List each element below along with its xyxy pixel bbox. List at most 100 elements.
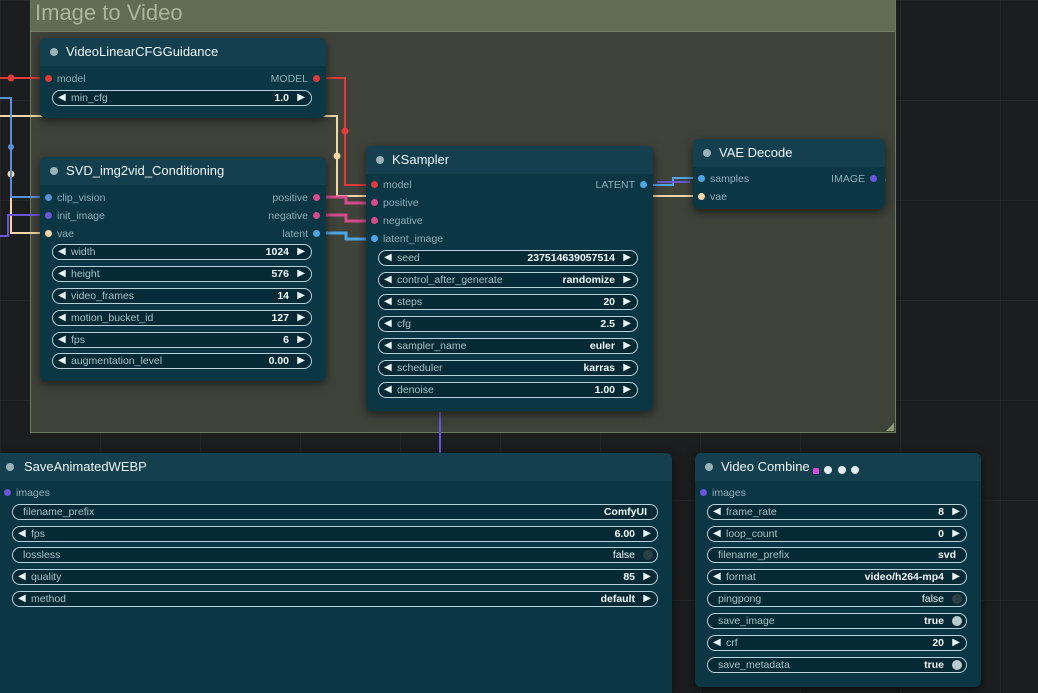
increment-arrow-icon[interactable]: ▶ <box>297 267 305 281</box>
node-ksampler[interactable]: KSampler model positive negative latent_… <box>366 146 653 411</box>
clip-vision-socket-icon[interactable] <box>45 194 52 201</box>
widget-sampler-name[interactable]: ◀ sampler_name euler ▶ <box>378 338 638 354</box>
increment-arrow-icon[interactable]: ▶ <box>623 361 631 375</box>
increment-arrow-icon[interactable]: ▶ <box>952 505 960 519</box>
widget-augmentation-level[interactable]: ◀ augmentation_level 0.00 ▶ <box>52 353 312 369</box>
input-slot-latent-image[interactable]: latent_image <box>371 233 443 245</box>
input-slot-positive[interactable]: positive <box>371 197 419 209</box>
node-title-bar[interactable]: KSampler <box>366 146 653 174</box>
collapse-dot-icon[interactable] <box>703 149 711 157</box>
increment-arrow-icon[interactable]: ▶ <box>297 354 305 368</box>
decrement-arrow-icon[interactable]: ◀ <box>58 267 66 281</box>
decrement-arrow-icon[interactable]: ◀ <box>58 245 66 259</box>
widget-height[interactable]: ◀ height 576 ▶ <box>52 266 312 282</box>
collapse-dot-icon[interactable] <box>50 167 58 175</box>
input-slot-vae[interactable]: vae <box>698 191 727 203</box>
increment-arrow-icon[interactable]: ▶ <box>297 91 305 105</box>
increment-arrow-icon[interactable]: ▶ <box>297 289 305 303</box>
widget-video-frames[interactable]: ◀ video_frames 14 ▶ <box>52 288 312 304</box>
node-title-bar[interactable]: SaveAnimatedWEBP <box>0 453 672 481</box>
widget-min-cfg[interactable]: ◀ min_cfg 1.0 ▶ <box>52 90 312 106</box>
increment-arrow-icon[interactable]: ▶ <box>297 333 305 347</box>
node-svd-img2vid-conditioning[interactable]: SVD_img2vid_Conditioning clip_vision ini… <box>40 157 326 381</box>
decrement-arrow-icon[interactable]: ◀ <box>58 333 66 347</box>
widget-save-image-toggle[interactable]: save_image true <box>707 613 967 629</box>
input-slot-images[interactable]: images <box>700 487 746 499</box>
input-slot-model[interactable]: model <box>45 73 86 85</box>
node-video-linear-cfg-guidance[interactable]: VideoLinearCFGGuidance model MODEL ◀ min… <box>40 38 326 118</box>
widget-lossless-toggle[interactable]: lossless false <box>12 547 658 563</box>
widget-fps[interactable]: ◀ fps 6.00 ▶ <box>12 526 658 542</box>
decrement-arrow-icon[interactable]: ◀ <box>713 527 721 541</box>
increment-arrow-icon[interactable]: ▶ <box>952 527 960 541</box>
decrement-arrow-icon[interactable]: ◀ <box>384 317 392 331</box>
latent-socket-icon[interactable] <box>371 235 378 242</box>
toggle-knob-icon[interactable] <box>643 550 653 560</box>
collapse-dot-icon[interactable] <box>705 463 713 471</box>
node-save-animated-webp[interactable]: SaveAnimatedWEBP images filename_prefix … <box>0 453 672 693</box>
group-resize-handle[interactable] <box>886 423 894 431</box>
output-slot-negative[interactable]: negative <box>268 210 320 222</box>
decrement-arrow-icon[interactable]: ◀ <box>384 295 392 309</box>
widget-seed[interactable]: ◀ seed 237514639057514 ▶ <box>378 250 638 266</box>
output-slot-latent[interactable]: latent <box>282 228 320 240</box>
model-socket-icon[interactable] <box>45 75 52 82</box>
collapse-dot-icon[interactable] <box>6 463 14 471</box>
input-slot-samples[interactable]: samples <box>698 173 749 185</box>
increment-arrow-icon[interactable]: ▶ <box>952 636 960 650</box>
increment-arrow-icon[interactable]: ▶ <box>623 317 631 331</box>
decrement-arrow-icon[interactable]: ◀ <box>384 361 392 375</box>
conditioning-socket-icon[interactable] <box>313 194 320 201</box>
collapse-dot-icon[interactable] <box>376 156 384 164</box>
input-slot-clip-vision[interactable]: clip_vision <box>45 192 105 204</box>
input-slot-init-image[interactable]: init_image <box>45 210 105 222</box>
toggle-knob-icon[interactable] <box>952 660 962 670</box>
decrement-arrow-icon[interactable]: ◀ <box>58 311 66 325</box>
latent-socket-icon[interactable] <box>313 230 320 237</box>
decrement-arrow-icon[interactable]: ◀ <box>18 527 26 541</box>
input-slot-model[interactable]: model <box>371 179 412 191</box>
model-socket-icon[interactable] <box>371 181 378 188</box>
input-slot-negative[interactable]: negative <box>371 215 423 227</box>
latent-socket-icon[interactable] <box>640 181 647 188</box>
decrement-arrow-icon[interactable]: ◀ <box>713 505 721 519</box>
decrement-arrow-icon[interactable]: ◀ <box>384 339 392 353</box>
widget-pingpong-toggle[interactable]: pingpong false <box>707 591 967 607</box>
widget-steps[interactable]: ◀ steps 20 ▶ <box>378 294 638 310</box>
increment-arrow-icon[interactable]: ▶ <box>623 383 631 397</box>
toggle-knob-icon[interactable] <box>952 594 962 604</box>
input-slot-images[interactable]: images <box>4 487 50 499</box>
decrement-arrow-icon[interactable]: ◀ <box>384 273 392 287</box>
vae-socket-icon[interactable] <box>698 193 705 200</box>
widget-width[interactable]: ◀ width 1024 ▶ <box>52 244 312 260</box>
image-socket-icon[interactable] <box>4 489 11 496</box>
output-slot-latent[interactable]: LATENT <box>596 179 647 191</box>
input-slot-vae[interactable]: vae <box>45 228 74 240</box>
increment-arrow-icon[interactable]: ▶ <box>623 295 631 309</box>
widget-quality[interactable]: ◀ quality 85 ▶ <box>12 569 658 585</box>
image-socket-icon[interactable] <box>700 489 707 496</box>
widget-format[interactable]: ◀ format video/h264-mp4 ▶ <box>707 569 967 585</box>
output-slot-positive[interactable]: positive <box>272 192 320 204</box>
output-slot-model[interactable]: MODEL <box>271 73 320 85</box>
conditioning-socket-icon[interactable] <box>371 199 378 206</box>
decrement-arrow-icon[interactable]: ◀ <box>384 251 392 265</box>
widget-save-metadata-toggle[interactable]: save_metadata true <box>707 657 967 673</box>
widget-method[interactable]: ◀ method default ▶ <box>12 591 658 607</box>
widget-fps[interactable]: ◀ fps 6 ▶ <box>52 332 312 348</box>
widget-cfg[interactable]: ◀ cfg 2.5 ▶ <box>378 316 638 332</box>
group-header[interactable]: Image to Video <box>31 0 895 32</box>
node-title-bar[interactable]: VAE Decode <box>693 139 885 167</box>
widget-control-after-generate[interactable]: ◀ control_after_generate randomize ▶ <box>378 272 638 288</box>
widget-motion-bucket-id[interactable]: ◀ motion_bucket_id 127 ▶ <box>52 310 312 326</box>
conditioning-socket-icon[interactable] <box>313 212 320 219</box>
vae-socket-icon[interactable] <box>45 230 52 237</box>
decrement-arrow-icon[interactable]: ◀ <box>384 383 392 397</box>
increment-arrow-icon[interactable]: ▶ <box>623 273 631 287</box>
latent-socket-icon[interactable] <box>698 175 705 182</box>
node-title-bar[interactable]: VideoLinearCFGGuidance <box>40 38 326 66</box>
increment-arrow-icon[interactable]: ▶ <box>297 245 305 259</box>
widget-crf[interactable]: ◀ crf 20 ▶ <box>707 635 967 651</box>
increment-arrow-icon[interactable]: ▶ <box>643 570 651 584</box>
collapse-dot-icon[interactable] <box>50 48 58 56</box>
